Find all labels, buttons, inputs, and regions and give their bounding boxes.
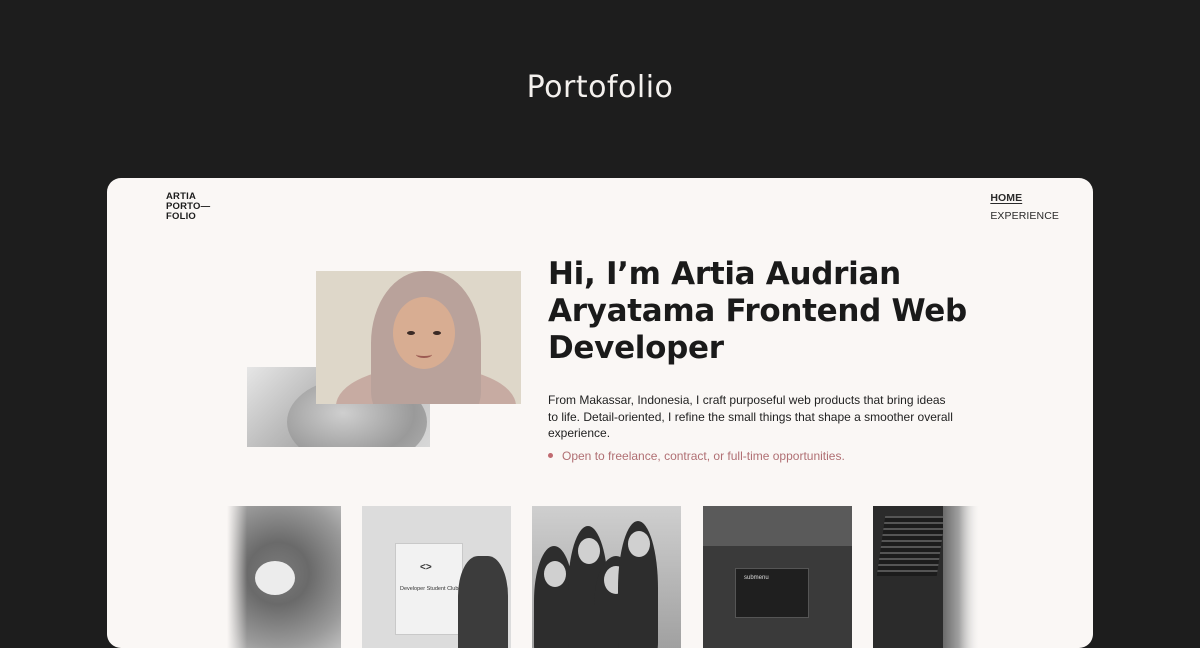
banner-text: Developer Student Clubs <box>400 586 462 592</box>
logo-line: FOLIO <box>166 211 197 222</box>
nav-item-home[interactable]: HOME <box>990 192 1059 204</box>
main-nav: HOME EXPERIENCE <box>990 192 1059 228</box>
hero-bio: From Makassar, Indonesia, I craft purpos… <box>548 393 953 440</box>
profile-photo <box>316 271 521 404</box>
screen-text: submenu <box>744 575 769 581</box>
hero-headline: Hi, I’m Artia Audrian Aryatama Frontend … <box>548 256 967 366</box>
status-dot-icon <box>548 453 553 459</box>
availability-text: Open to freelance, contract, or full-tim… <box>562 449 845 463</box>
availability-status: Open to freelance, contract, or full-tim… <box>548 449 845 463</box>
nav-item-experience[interactable]: EXPERIENCE <box>990 210 1059 222</box>
gdsc-logo: <> <box>420 562 432 573</box>
page-title: Portofolio <box>526 70 674 105</box>
portfolio-preview-card: ARTIA PORTO— FOLIO HOME EXPERIENCE Hi, I… <box>107 178 1093 648</box>
site-logo[interactable]: ARTIA PORTO— FOLIO <box>166 192 210 222</box>
